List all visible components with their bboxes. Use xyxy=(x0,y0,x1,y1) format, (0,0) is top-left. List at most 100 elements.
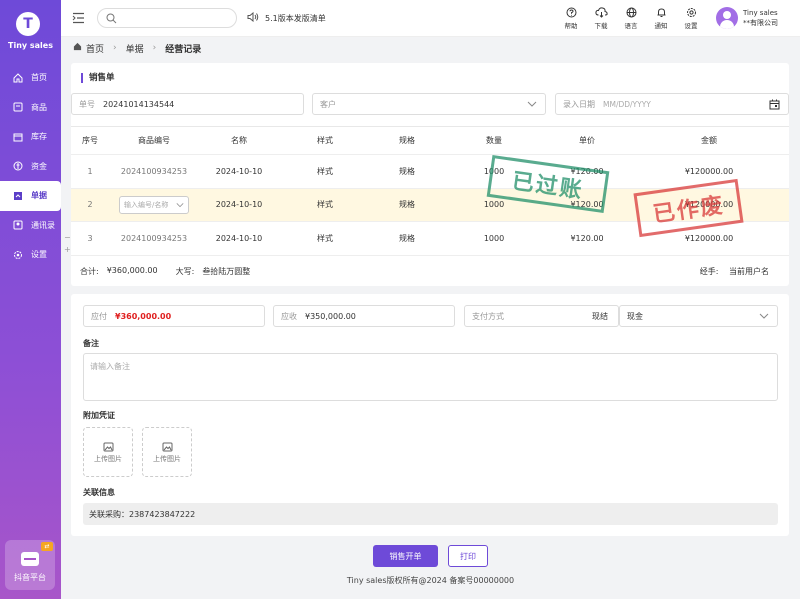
download-icon xyxy=(586,6,616,19)
handler: 经手: 当前用户名 xyxy=(692,266,769,277)
total-words: 叁拾陆万圆整 xyxy=(202,267,251,276)
menu-toggle-icon[interactable] xyxy=(72,12,85,24)
sidebar-item-label: 商品 xyxy=(31,102,47,112)
bell-icon xyxy=(646,6,676,19)
remark-label: 备注 xyxy=(83,339,99,348)
cell-style: 样式 xyxy=(317,233,333,243)
cell-name: 2024-10-10 xyxy=(215,200,263,210)
remark-placeholder: 请输入备注 xyxy=(90,362,130,371)
speaker-icon xyxy=(247,11,259,24)
settings-button[interactable]: 设置 xyxy=(676,6,706,30)
cell-price: ¥120.00 xyxy=(570,233,604,243)
sidebar-item-label: 单据 xyxy=(31,191,47,201)
app-logo[interactable]: T xyxy=(16,12,40,36)
cell-no: 3 xyxy=(87,233,93,243)
payment-account-select[interactable]: 现金 xyxy=(619,305,778,327)
search-input[interactable] xyxy=(97,8,237,28)
sidebar-item-goods[interactable]: 商品 xyxy=(0,93,61,123)
chevron-down-icon xyxy=(176,201,184,211)
payment-method-value: 现结 xyxy=(592,311,608,321)
customer-select[interactable]: 客户 xyxy=(312,93,546,115)
home-icon xyxy=(12,72,23,83)
order-number-label: 单号 xyxy=(79,99,95,109)
upload-image-button[interactable]: 上传图片 xyxy=(83,427,133,477)
logo-letter: T xyxy=(23,16,33,32)
user-company: **有限公司 xyxy=(743,19,778,27)
upload-image-button[interactable]: 上传图片 xyxy=(142,427,192,477)
sidebar-item-contacts[interactable]: 通讯录 xyxy=(0,211,61,241)
create-sales-order-button[interactable]: 销售开单 xyxy=(373,545,438,567)
col-header: 商品编号 xyxy=(138,136,170,145)
payment-method-select[interactable]: 支付方式 现结 xyxy=(464,305,619,327)
cell-name: 2024-10-10 xyxy=(215,166,263,176)
cell-code: 输入编号/名称 xyxy=(109,195,199,214)
remark-textarea[interactable]: 请输入备注 xyxy=(83,353,778,401)
total-label: 合计: xyxy=(80,267,99,276)
calendar-icon[interactable] xyxy=(769,99,780,112)
cell-no: 1 xyxy=(87,166,93,176)
receivable-label: 应收 xyxy=(281,311,297,321)
col-header: 序号 xyxy=(82,136,98,145)
download-label: 下载 xyxy=(594,22,608,30)
announcement[interactable]: 5.1版本发版清单 xyxy=(247,11,326,24)
sidebar-item-label: 资金 xyxy=(31,161,47,171)
globe-icon xyxy=(616,6,646,19)
col-header: 金额 xyxy=(701,136,717,145)
breadcrumb-level1[interactable]: 单据 xyxy=(126,42,144,55)
contacts-icon xyxy=(12,220,23,231)
customer-placeholder: 客户 xyxy=(320,99,336,109)
sidebar-item-label: 首页 xyxy=(31,73,47,83)
shop-icon xyxy=(21,552,39,566)
cell-amount: ¥120000.00 xyxy=(684,166,734,176)
totals: 合计: ¥360,000.00 大写: 叁拾陆万圆整 xyxy=(80,266,258,277)
cell-qty: 1000 xyxy=(483,233,505,243)
sidebar-item-home[interactable]: 首页 xyxy=(0,63,61,93)
date-field[interactable]: 录入日期 MM/DD/YYYY xyxy=(555,93,789,115)
goods-icon xyxy=(12,102,23,113)
help-button[interactable]: 帮助 xyxy=(556,6,586,30)
upload-label: 上传图片 xyxy=(94,455,122,463)
handler-value: 当前用户名 xyxy=(729,267,769,276)
language-button[interactable]: 语言 xyxy=(616,6,646,30)
sidebar-item-documents[interactable]: 单据 xyxy=(0,181,61,211)
sidebar-item-inventory[interactable]: 库存 xyxy=(0,122,61,152)
settings-label: 设置 xyxy=(684,22,698,30)
cell-spec: 规格 xyxy=(399,200,415,210)
col-header: 样式 xyxy=(317,136,333,145)
help-label: 帮助 xyxy=(564,22,578,30)
breadcrumb-home[interactable]: 首页 xyxy=(86,42,104,55)
total-words-label: 大写: xyxy=(175,267,195,276)
plus-icon[interactable]: + xyxy=(64,244,74,256)
details-card xyxy=(71,294,789,536)
product-code-select[interactable]: 输入编号/名称 xyxy=(119,195,189,214)
date-label: 录入日期 xyxy=(563,99,595,109)
col-header: 规格 xyxy=(399,136,415,145)
payable-field[interactable]: 应付 ¥360,000.00 xyxy=(83,305,265,327)
image-icon xyxy=(84,442,132,454)
chevron-right-icon: › xyxy=(113,43,117,53)
language-label: 语言 xyxy=(624,22,638,30)
col-header: 数量 xyxy=(486,136,502,145)
user-menu[interactable]: Tiny sales **有限公司 xyxy=(716,7,778,29)
receivable-field[interactable]: 应收 ¥350,000.00 xyxy=(273,305,455,327)
order-number-field[interactable]: 单号 20241014134544 xyxy=(71,93,304,115)
attachments-label: 附加凭证 xyxy=(83,411,115,420)
sidebar-item-funds[interactable]: 资金 xyxy=(0,152,61,182)
section-title: 销售单 xyxy=(81,73,115,83)
notification-button[interactable]: 通知 xyxy=(646,6,676,30)
documents-icon xyxy=(12,190,23,201)
platform-button[interactable]: ⇄ 抖音平台 xyxy=(5,540,55,590)
cell-name: 2024-10-10 xyxy=(215,233,263,243)
user-name: Tiny sales xyxy=(743,9,778,17)
col-header: 名称 xyxy=(231,136,247,145)
table-row[interactable]: 1 2024100934253 2024-10-10 样式 规格 1000 ¥1… xyxy=(71,155,789,189)
minus-icon[interactable]: − xyxy=(64,232,74,244)
sidebar-item-label: 库存 xyxy=(31,132,47,142)
sidebar-item-settings[interactable]: 设置 xyxy=(0,240,61,270)
product-code-placeholder: 输入编号/名称 xyxy=(124,200,169,209)
sidebar-nav: 首页 商品 库存 资金 单据 通讯录 设置 xyxy=(0,63,61,270)
download-button[interactable]: 下载 xyxy=(586,6,616,30)
print-button[interactable]: 打印 xyxy=(448,545,488,567)
related-value: 关联采购：2387423847222 xyxy=(89,509,196,519)
sidebar-item-label: 设置 xyxy=(31,250,47,260)
